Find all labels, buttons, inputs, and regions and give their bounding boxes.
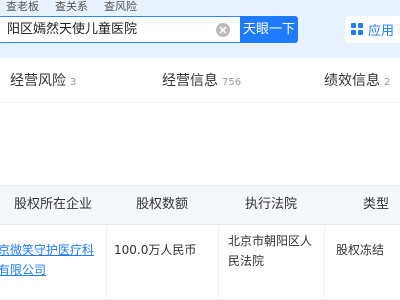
clear-icon[interactable] <box>216 23 230 37</box>
grid-icon <box>351 23 364 36</box>
column-header-amount: 股权数额 <box>135 197 188 212</box>
tab-label: 绩效信息 <box>324 73 380 89</box>
tab-business-risk[interactable]: 经营风险 3 <box>10 70 76 90</box>
column-divider <box>218 225 219 300</box>
tab-count: 2 <box>384 77 391 88</box>
top-link-risk[interactable]: 查风险 <box>104 0 137 14</box>
company-name-line: 京微笑守护医疗科 <box>0 243 95 257</box>
tab-performance-info[interactable]: 绩效信息 2 <box>324 70 390 90</box>
divider <box>0 102 400 103</box>
tab-business-info[interactable]: 经营信息 756 <box>162 70 241 90</box>
executing-court: 北京市朝阳区人 民法院 <box>228 231 322 271</box>
column-header-company: 股权所在企业 <box>13 197 92 212</box>
equity-amount: 100.0万人民币 <box>114 243 197 257</box>
tab-bar: 经营风险 3 经营信息 756 绩效信息 2 <box>0 58 400 102</box>
court-name-line: 民法院 <box>228 254 265 268</box>
apps-button[interactable]: 应用 <box>345 16 400 43</box>
top-link-boss[interactable]: 查老板 <box>6 0 39 14</box>
top-link-relations[interactable]: 查关系 <box>55 0 88 14</box>
column-divider <box>324 225 325 300</box>
tab-label: 经营风险 <box>10 73 66 89</box>
column-header-court: 执行法院 <box>244 197 297 212</box>
tab-label: 经营信息 <box>162 73 218 89</box>
company-name-line: 有限公司 <box>0 263 47 277</box>
search-button[interactable]: 天眼一下 <box>240 16 298 43</box>
table-header: 股权所在企业 股权数额 执行法院 类型 <box>0 185 400 225</box>
court-name-line: 北京市朝阳区人 <box>228 234 313 248</box>
search-input-value: 阳区嫣然天使儿童医院 <box>7 22 138 37</box>
apps-label: 应用 <box>368 24 395 39</box>
freeze-type: 股权冻结 <box>336 243 385 257</box>
tab-count: 756 <box>222 77 242 88</box>
column-divider <box>106 225 107 300</box>
tab-count: 3 <box>70 77 77 88</box>
search-input[interactable]: 阳区嫣然天使儿童医院 <box>0 16 240 43</box>
top-header: 查老板 查关系 查风险 阳区嫣然天使儿童医院 天眼一下 应用 <box>0 0 400 58</box>
table-row: 京微笑守护医疗科 有限公司 100.0万人民币 北京市朝阳区人 民法院 股权冻结 <box>0 225 400 300</box>
top-nav: 查老板 查关系 查风险 <box>6 0 137 14</box>
column-header-type: 类型 <box>362 197 389 212</box>
company-link[interactable]: 京微笑守护医疗科 有限公司 <box>0 240 104 280</box>
